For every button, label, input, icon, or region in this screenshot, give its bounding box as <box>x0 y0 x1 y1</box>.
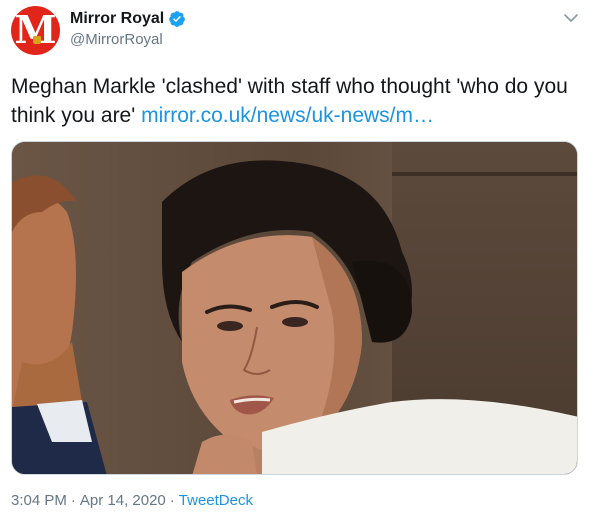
tweet-text: Meghan Markle 'clashed' with staff who t… <box>11 72 581 130</box>
user-block: Mirror Royal @MirrorRoyal <box>70 8 186 48</box>
tweet-source-link[interactable]: TweetDeck <box>179 492 253 509</box>
meta-separator: · <box>70 492 76 509</box>
photo-illustration <box>12 142 577 474</box>
tweet-link[interactable]: mirror.co.uk/news/uk-news/m… <box>141 104 434 127</box>
tweet-meta: 3:04 PM · Apr 14, 2020 · TweetDeck <box>11 492 253 509</box>
user-handle[interactable]: @MirrorRoyal <box>70 31 186 48</box>
display-name[interactable]: Mirror Royal <box>70 10 164 28</box>
avatar[interactable]: M <box>11 6 60 55</box>
tweet-card: M Mirror Royal @MirrorRoyal Meghan Markl… <box>0 0 589 519</box>
meta-separator-2: · <box>169 492 175 509</box>
tweet-date[interactable]: Apr 14, 2020 <box>80 492 166 509</box>
avatar-logo-letter: M <box>14 7 57 52</box>
crown-icon <box>33 36 41 44</box>
chevron-down-icon[interactable] <box>563 12 579 24</box>
display-name-row: Mirror Royal <box>70 8 186 30</box>
tweet-time[interactable]: 3:04 PM <box>11 492 67 509</box>
verified-badge-icon <box>169 11 186 27</box>
tweet-photo[interactable] <box>11 141 578 475</box>
